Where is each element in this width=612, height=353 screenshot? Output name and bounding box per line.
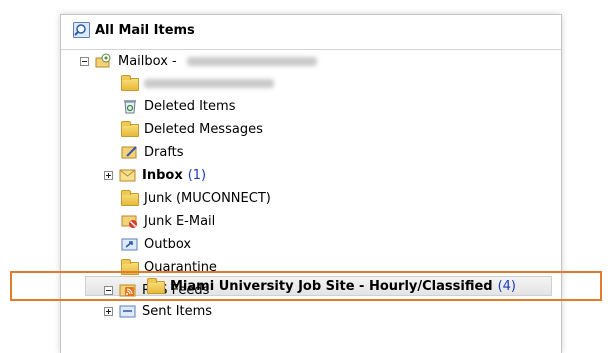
junk-mail-icon bbox=[121, 215, 137, 228]
tree-item-sent-items[interactable]: Sent Items bbox=[104, 300, 212, 322]
sent-items-icon bbox=[119, 305, 136, 318]
tree-item-label: Sent Items bbox=[142, 303, 213, 319]
folder-icon bbox=[121, 258, 139, 275]
tree-item-redacted-folder[interactable] bbox=[121, 72, 274, 94]
unread-count: (1) bbox=[187, 167, 207, 183]
tree-item-miami-job-site[interactable]: Miami University Job Site - Hourly/Class… bbox=[147, 275, 516, 297]
expand-toggle[interactable] bbox=[104, 170, 113, 180]
outbox-icon bbox=[121, 238, 138, 251]
redacted-text bbox=[186, 56, 317, 66]
rss-icon bbox=[119, 284, 136, 297]
tree-item-label: Inbox bbox=[142, 167, 183, 183]
tree-item-outbox[interactable]: Outbox bbox=[121, 233, 191, 255]
inbox-icon bbox=[119, 169, 136, 182]
folder-icon bbox=[121, 74, 139, 91]
tree-item-label: Deleted Messages bbox=[144, 121, 263, 137]
folder-icon bbox=[147, 277, 165, 294]
collapse-toggle[interactable] bbox=[80, 56, 89, 66]
expand-toggle[interactable] bbox=[104, 306, 113, 316]
search-folder-icon bbox=[73, 22, 90, 38]
folder-icon bbox=[121, 189, 139, 206]
tree-item-label: Outbox bbox=[144, 236, 192, 252]
tree-item-label: Deleted Items bbox=[144, 98, 236, 114]
tree-item-deleted-items[interactable]: Deleted Items bbox=[121, 95, 235, 117]
tree-item-deleted-messages[interactable]: Deleted Messages bbox=[121, 118, 263, 140]
redacted-text bbox=[144, 78, 274, 88]
tree-item-label: Mailbox - bbox=[118, 53, 177, 69]
drafts-icon bbox=[121, 146, 137, 159]
tree-item-label: Junk (MUCONNECT) bbox=[144, 190, 271, 206]
tree-item-junk-muconnect[interactable]: Junk (MUCONNECT) bbox=[121, 187, 271, 209]
tree-item-label: Drafts bbox=[144, 144, 184, 160]
collapse-toggle[interactable] bbox=[104, 285, 113, 295]
tree-item-junk-email[interactable]: Junk E-Mail bbox=[121, 210, 215, 232]
tree-item-label: Quarantine bbox=[144, 259, 217, 275]
folder-icon bbox=[121, 120, 139, 137]
unread-count: (4) bbox=[497, 278, 517, 294]
recycle-bin-icon bbox=[124, 100, 136, 114]
tree-item-label: Junk E-Mail bbox=[144, 213, 216, 229]
pane-header: All Mail Items bbox=[61, 15, 561, 45]
tree-item-mailbox[interactable]: Mailbox - bbox=[80, 50, 317, 72]
pane-title: All Mail Items bbox=[95, 22, 195, 38]
mailbox-icon bbox=[95, 53, 111, 68]
tree-item-inbox[interactable]: Inbox (1) bbox=[104, 164, 206, 186]
tree-item-label: Miami University Job Site - Hourly/Class… bbox=[170, 278, 493, 294]
tree-item-drafts[interactable]: Drafts bbox=[121, 141, 184, 163]
